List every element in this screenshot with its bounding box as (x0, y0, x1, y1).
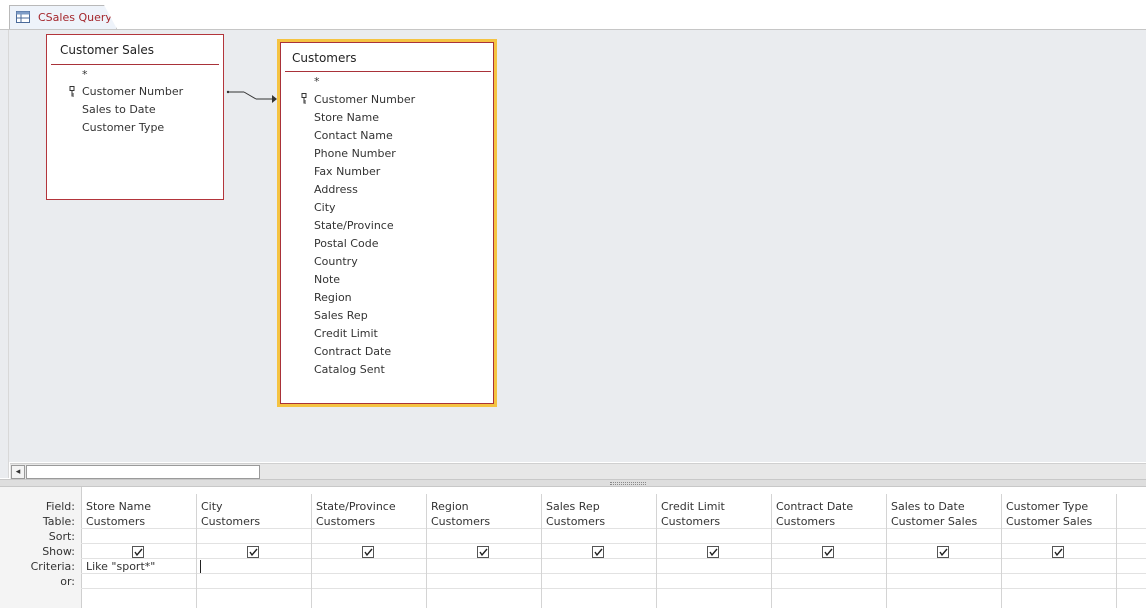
query-icon (16, 11, 30, 23)
splitter-grip[interactable] (610, 482, 646, 485)
field-item-customer-number[interactable]: Customer Number (82, 85, 183, 98)
field-item-store-name[interactable]: Store Name (314, 111, 379, 124)
field-list-customer-sales[interactable]: Customer Sales * Customer Number Sales t… (46, 34, 224, 200)
field-cell[interactable]: Region (431, 500, 469, 513)
checkmark-icon (938, 547, 948, 557)
relationship-line (226, 86, 278, 106)
field-item-catalog-sent[interactable]: Catalog Sent (314, 363, 385, 376)
checkmark-icon (823, 547, 833, 557)
scrollbar-thumb[interactable] (26, 465, 260, 479)
table-cell[interactable]: Customers (86, 515, 145, 528)
field-cell[interactable]: State/Province (316, 500, 396, 513)
field-item-address[interactable]: Address (314, 183, 358, 196)
field-item-all[interactable]: * (314, 75, 320, 88)
checkmark-icon (133, 547, 143, 557)
field-item-customer-number[interactable]: Customer Number (314, 93, 415, 106)
field-item-all[interactable]: * (82, 68, 88, 81)
grid-column-sales-to-date[interactable]: Sales to Date Customer Sales (887, 494, 1002, 608)
grid-column-city[interactable]: City Customers (197, 494, 312, 608)
field-cell[interactable]: City (201, 500, 223, 513)
table-cell[interactable]: Customers (776, 515, 835, 528)
tab-csales-query[interactable]: CSales Query (9, 5, 117, 29)
field-item-credit-limit[interactable]: Credit Limit (314, 327, 378, 340)
table-cell[interactable]: Customer Sales (891, 515, 977, 528)
show-checkbox[interactable] (937, 546, 949, 558)
show-checkbox[interactable] (1052, 546, 1064, 558)
field-list-title: Customer Sales (60, 43, 154, 57)
checkmark-icon (708, 547, 718, 557)
table-cell[interactable]: Customer Sales (1006, 515, 1092, 528)
field-item-customer-type[interactable]: Customer Type (82, 121, 164, 134)
show-checkbox[interactable] (592, 546, 604, 558)
field-item-note[interactable]: Note (314, 273, 340, 286)
primary-key-icon (299, 93, 309, 104)
field-item-contact-name[interactable]: Contact Name (314, 129, 393, 142)
grid-column-store-name[interactable]: Store Name Customers Like "sport*" (82, 494, 197, 608)
grid-column-state-province[interactable]: State/Province Customers (312, 494, 427, 608)
row-label-criteria: Criteria: (31, 560, 75, 573)
table-cell[interactable]: Customers (316, 515, 375, 528)
show-checkbox[interactable] (707, 546, 719, 558)
pane-left-border (0, 30, 9, 478)
checkmark-icon (1053, 547, 1063, 557)
table-cell[interactable]: Customers (431, 515, 490, 528)
row-label-show: Show: (42, 545, 75, 558)
row-label-or: or: (60, 575, 75, 588)
pane-splitter[interactable] (0, 479, 1146, 487)
title-divider (285, 71, 491, 72)
show-checkbox[interactable] (822, 546, 834, 558)
grid-column-customer-type[interactable]: Customer Type Customer Sales (1002, 494, 1117, 608)
primary-key-icon (67, 86, 77, 97)
table-cell[interactable]: Customers (546, 515, 605, 528)
show-checkbox[interactable] (132, 546, 144, 558)
field-item-city[interactable]: City (314, 201, 336, 214)
grid-column-region[interactable]: Region Customers (427, 494, 542, 608)
field-item-region[interactable]: Region (314, 291, 352, 304)
row-label-sort: Sort: (49, 530, 75, 543)
scroll-left-arrow-icon[interactable]: ◂ (11, 465, 25, 479)
field-list-inner: Customers * Customer Number Store Name C… (280, 42, 494, 404)
design-pane-horizontal-scrollbar[interactable]: ◂ (10, 463, 1146, 480)
field-cell[interactable]: Store Name (86, 500, 151, 513)
checkmark-icon (248, 547, 258, 557)
table-cell[interactable]: Customers (201, 515, 260, 528)
grid-column-sales-rep[interactable]: Sales Rep Customers (542, 494, 657, 608)
field-item-sales-rep[interactable]: Sales Rep (314, 309, 368, 322)
checkmark-icon (363, 547, 373, 557)
field-item-state-province[interactable]: State/Province (314, 219, 394, 232)
field-item-country[interactable]: Country (314, 255, 358, 268)
criteria-cell[interactable]: Like "sport*" (86, 560, 155, 573)
grid-column-credit-limit[interactable]: Credit Limit Customers (657, 494, 772, 608)
show-checkbox[interactable] (247, 546, 259, 558)
show-checkbox[interactable] (362, 546, 374, 558)
field-cell[interactable]: Contract Date (776, 500, 853, 513)
field-item-contract-date[interactable]: Contract Date (314, 345, 391, 358)
field-cell[interactable]: Sales Rep (546, 500, 600, 513)
grid-row-labels: Field: Table: Sort: Show: Criteria: or: (0, 487, 82, 608)
grid-column-contract-date[interactable]: Contract Date Customers (772, 494, 887, 608)
tab-label: CSales Query (38, 11, 112, 24)
query-design-grid[interactable]: Field: Table: Sort: Show: Criteria: or: … (0, 487, 1146, 608)
field-list-customers[interactable]: Customers * Customer Number Store Name C… (277, 39, 497, 407)
checkmark-icon (593, 547, 603, 557)
grid-column-empty[interactable] (1117, 494, 1146, 608)
field-cell[interactable]: Credit Limit (661, 500, 725, 513)
field-item-sales-to-date[interactable]: Sales to Date (82, 103, 156, 116)
title-divider (51, 64, 219, 65)
document-tab-strip: CSales Query (0, 0, 1146, 30)
row-label-table: Table: (43, 515, 75, 528)
field-item-phone-number[interactable]: Phone Number (314, 147, 396, 160)
text-cursor (200, 560, 201, 573)
field-list-title: Customers (292, 51, 357, 65)
show-checkbox[interactable] (477, 546, 489, 558)
field-item-postal-code[interactable]: Postal Code (314, 237, 378, 250)
field-item-fax-number[interactable]: Fax Number (314, 165, 380, 178)
table-cell[interactable]: Customers (661, 515, 720, 528)
field-cell[interactable]: Sales to Date (891, 500, 965, 513)
field-cell[interactable]: Customer Type (1006, 500, 1088, 513)
row-label-field: Field: (46, 500, 75, 513)
checkmark-icon (478, 547, 488, 557)
